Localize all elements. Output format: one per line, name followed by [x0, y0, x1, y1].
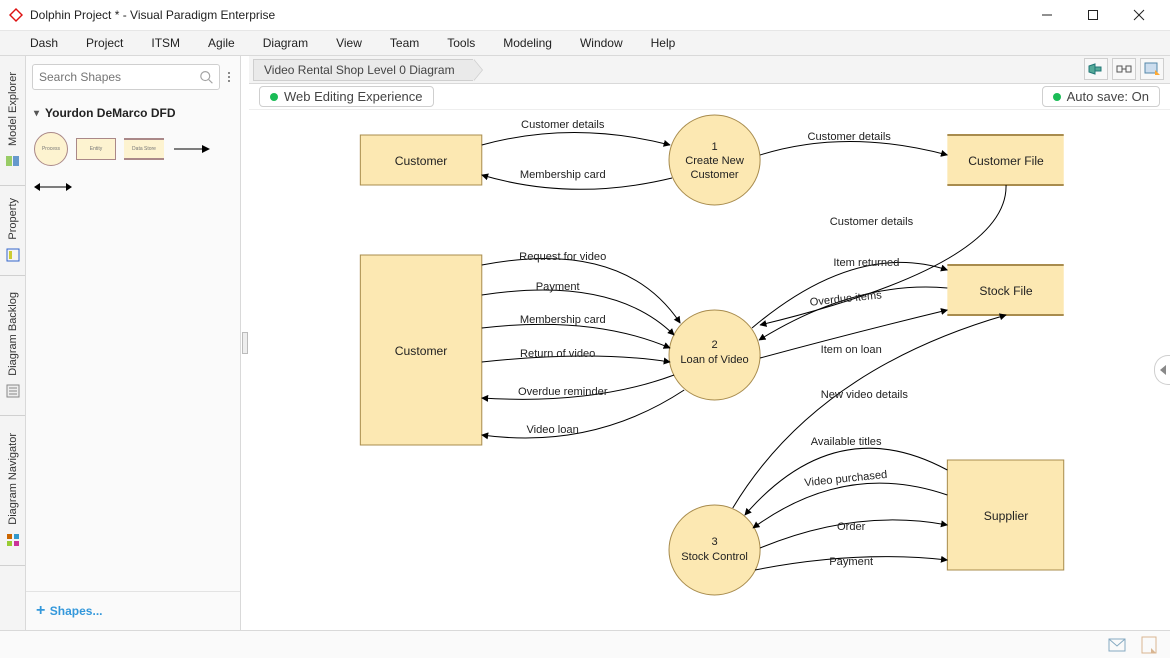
search-shapes-box[interactable]	[32, 64, 220, 90]
svg-text:Overdue reminder: Overdue reminder	[518, 386, 608, 398]
navigator-icon	[5, 532, 21, 548]
menu-itsm[interactable]: ITSM	[137, 36, 194, 50]
svg-text:Membership card: Membership card	[520, 314, 606, 326]
canvas-icon	[1144, 62, 1160, 76]
svg-text:Item on loan: Item on loan	[821, 344, 882, 356]
diagram-tabbar: Video Rental Shop Level 0 Diagram	[249, 56, 1170, 84]
menu-diagram[interactable]: Diagram	[249, 36, 322, 50]
palette-footer: + Shapes...	[26, 591, 240, 630]
palette-shape-flow[interactable]	[172, 140, 210, 158]
flow-customer-details-1[interactable]	[482, 133, 670, 146]
close-button[interactable]	[1116, 0, 1162, 30]
menu-window[interactable]: Window	[566, 36, 637, 50]
flow-customer-details-2[interactable]	[760, 142, 947, 156]
svg-text:Customer details: Customer details	[830, 216, 914, 228]
menu-modeling[interactable]: Modeling	[489, 36, 566, 50]
menu-dash[interactable]: Dash	[16, 36, 72, 50]
menu-team[interactable]: Team	[376, 36, 433, 50]
menu-project[interactable]: Project	[72, 36, 137, 50]
maximize-button[interactable]	[1070, 0, 1116, 30]
svg-text:Create New: Create New	[685, 155, 744, 167]
svg-text:Stock File: Stock File	[979, 284, 1033, 298]
palette-shape-bidir-flow[interactable]	[34, 178, 72, 196]
svg-text:Customer: Customer	[395, 154, 448, 168]
palette-shape-process[interactable]: Process	[34, 132, 68, 166]
sidetab-diagram-navigator[interactable]: Diagram Navigator	[0, 416, 25, 566]
status-dot-icon	[1053, 93, 1061, 101]
sidetab-label: Diagram Backlog	[7, 292, 19, 376]
sidetab-diagram-backlog[interactable]: Diagram Backlog	[0, 276, 25, 416]
svg-text:New video details: New video details	[821, 389, 909, 401]
flow-membership-card-2[interactable]	[482, 324, 670, 348]
svg-text:Video loan: Video loan	[526, 424, 578, 436]
svg-text:2: 2	[711, 339, 717, 351]
svg-text:Payment: Payment	[536, 281, 580, 293]
svg-text:3: 3	[711, 536, 717, 548]
palette-more-button[interactable]	[224, 72, 234, 82]
breadcrumb[interactable]: Video Rental Shop Level 0 Diagram	[253, 59, 473, 81]
window-title: Dolphin Project * - Visual Paradigm Ente…	[30, 8, 1024, 22]
svg-text:Return of video: Return of video	[520, 348, 595, 360]
backlog-icon	[5, 383, 21, 399]
statusbar	[0, 630, 1170, 658]
status-dot-icon	[270, 93, 278, 101]
palette-group-header[interactable]: ▾ Yourdon DeMarco DFD	[26, 96, 240, 126]
search-icon	[199, 69, 213, 85]
palette-shape-entity[interactable]: Entity	[76, 138, 116, 160]
flow-payment-1[interactable]	[482, 290, 674, 335]
menu-help[interactable]: Help	[637, 36, 690, 50]
app-logo-icon	[8, 7, 24, 23]
shape-palette: ▾ Yourdon DeMarco DFD Process Entity Dat…	[26, 56, 241, 630]
note-icon[interactable]	[1140, 636, 1158, 654]
svg-text:Request for video: Request for video	[519, 251, 606, 263]
diagram-canvas[interactable]: Customer 1 Create New Customer Customer …	[249, 110, 1170, 630]
sidetab-label: Property	[7, 198, 19, 240]
svg-text:Customer details: Customer details	[807, 131, 891, 143]
sidetab-model-explorer[interactable]: Model Explorer	[0, 56, 25, 186]
sidetab-label: Diagram Navigator	[7, 433, 19, 525]
sidetab-label: Model Explorer	[7, 72, 19, 146]
property-icon	[5, 247, 21, 263]
svg-text:Customer: Customer	[395, 344, 448, 358]
svg-text:Item returned: Item returned	[833, 257, 899, 269]
sidetab-property[interactable]: Property	[0, 186, 25, 276]
autosave-chip[interactable]: Auto save: On	[1042, 86, 1160, 107]
palette-shape-datastore[interactable]: Data Store	[124, 138, 164, 160]
titlebar: Dolphin Project * - Visual Paradigm Ente…	[0, 0, 1170, 30]
svg-text:Order: Order	[837, 521, 866, 533]
mail-icon[interactable]	[1108, 636, 1126, 654]
layout-icon	[1116, 62, 1132, 76]
svg-text:Stock Control: Stock Control	[681, 551, 748, 563]
menubar: Dash Project ITSM Agile Diagram View Tea…	[0, 30, 1170, 56]
svg-text:Loan of Video: Loan of Video	[680, 354, 748, 366]
svg-text:Membership card: Membership card	[520, 169, 606, 181]
svg-text:Customer: Customer	[690, 169, 738, 181]
minimize-button[interactable]	[1024, 0, 1070, 30]
menu-view[interactable]: View	[322, 36, 376, 50]
svg-text:Supplier: Supplier	[984, 509, 1029, 523]
model-explorer-icon	[5, 153, 21, 169]
menu-tools[interactable]: Tools	[433, 36, 489, 50]
canvas-area: Video Rental Shop Level 0 Diagram Web Ed…	[249, 56, 1170, 630]
canvas-options-button[interactable]	[1140, 58, 1164, 80]
menu-agile[interactable]: Agile	[194, 36, 249, 50]
shapes-link[interactable]: + Shapes...	[36, 604, 102, 618]
svg-text:Customer File: Customer File	[968, 154, 1044, 168]
layout-button[interactable]	[1112, 58, 1136, 80]
web-editing-chip[interactable]: Web Editing Experience	[259, 86, 434, 107]
feedback-button[interactable]	[1084, 58, 1108, 80]
process-3[interactable]	[669, 505, 760, 595]
megaphone-icon	[1088, 62, 1104, 76]
splitter[interactable]	[241, 56, 249, 630]
svg-text:Overdue items: Overdue items	[809, 289, 883, 308]
palette-group-title: Yourdon DeMarco DFD	[45, 106, 175, 120]
left-tab-rail: Model Explorer Property Diagram Backlog …	[0, 56, 26, 630]
svg-text:Available titles: Available titles	[811, 436, 882, 448]
svg-text:Payment: Payment	[829, 556, 873, 568]
search-shapes-input[interactable]	[39, 70, 195, 84]
svg-text:Customer details: Customer details	[521, 119, 605, 131]
svg-text:1: 1	[711, 141, 717, 153]
chevron-down-icon: ▾	[34, 108, 39, 119]
